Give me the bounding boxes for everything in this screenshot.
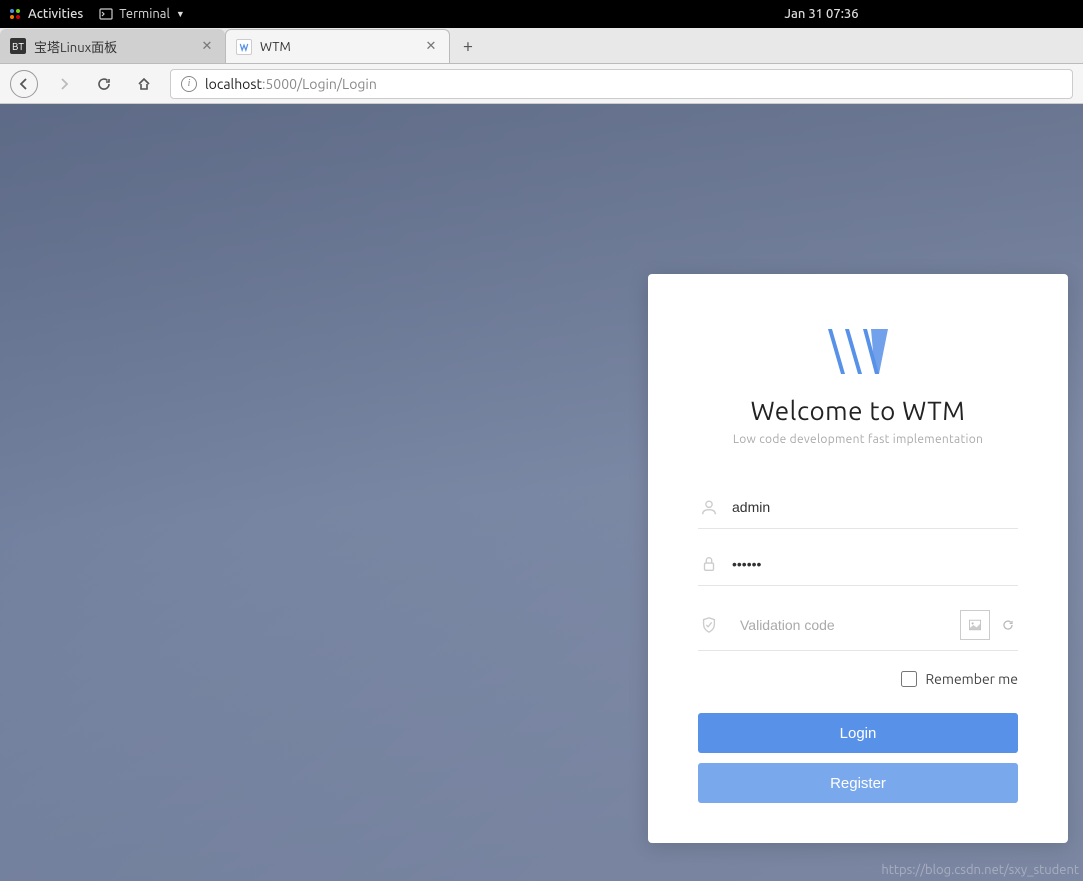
login-card: Welcome to WTM Low code development fast… [648, 274, 1068, 843]
tab-label: 宝塔Linux面板 [34, 37, 191, 56]
activities-label: Activities [28, 7, 83, 21]
tagline: Low code development fast implementation [698, 433, 1018, 446]
datetime[interactable]: Jan 31 07:36 [784, 7, 858, 21]
welcome-title: Welcome to WTM [698, 396, 1018, 425]
tab-baota[interactable]: BT 宝塔Linux面板 ✕ [0, 29, 225, 63]
favicon-bt: BT [10, 38, 26, 54]
shield-icon [698, 614, 720, 636]
remember-checkbox[interactable] [901, 671, 917, 687]
chevron-down-icon: ▼ [176, 9, 185, 19]
captcha-input[interactable] [740, 617, 952, 633]
watermark: https://blog.csdn.net/sxy_student [881, 863, 1079, 877]
refresh-captcha-icon[interactable] [998, 615, 1018, 635]
close-icon[interactable]: ✕ [199, 38, 215, 54]
reload-button[interactable] [90, 70, 118, 98]
tab-wtm[interactable]: WTM ✕ [225, 29, 450, 63]
favicon-wtm [236, 39, 252, 55]
back-button[interactable] [10, 70, 38, 98]
activities-menu[interactable]: Activities [8, 7, 83, 21]
browser-toolbar: i localhost:5000/Login/Login [0, 64, 1083, 104]
close-icon[interactable]: ✕ [423, 39, 439, 55]
lock-icon [698, 553, 720, 575]
username-row [698, 486, 1018, 529]
home-button[interactable] [130, 70, 158, 98]
page-content: Welcome to WTM Low code development fast… [0, 104, 1083, 881]
wtm-logo [823, 324, 893, 384]
user-icon [698, 496, 720, 518]
remember-label: Remember me [925, 671, 1018, 687]
password-input[interactable] [732, 556, 1018, 572]
url-text: localhost:5000/Login/Login [205, 76, 377, 92]
activities-icon [8, 7, 22, 21]
captcha-row [698, 600, 1018, 651]
remember-row: Remember me [698, 671, 1018, 687]
new-tab-button[interactable]: + [450, 29, 486, 63]
info-icon[interactable]: i [181, 76, 197, 92]
password-row [698, 543, 1018, 586]
terminal-icon [99, 7, 113, 21]
register-button[interactable]: Register [698, 763, 1018, 803]
system-bar: Activities Terminal ▼ Jan 31 07:36 [0, 0, 1083, 28]
terminal-label: Terminal [119, 7, 170, 21]
tab-label: WTM [260, 40, 415, 54]
login-button[interactable]: Login [698, 713, 1018, 753]
captcha-image[interactable] [960, 610, 990, 640]
forward-button[interactable] [50, 70, 78, 98]
tab-bar: BT 宝塔Linux面板 ✕ WTM ✕ + [0, 28, 1083, 64]
terminal-menu[interactable]: Terminal ▼ [99, 7, 185, 21]
username-input[interactable] [732, 499, 1018, 515]
url-bar[interactable]: i localhost:5000/Login/Login [170, 69, 1073, 99]
